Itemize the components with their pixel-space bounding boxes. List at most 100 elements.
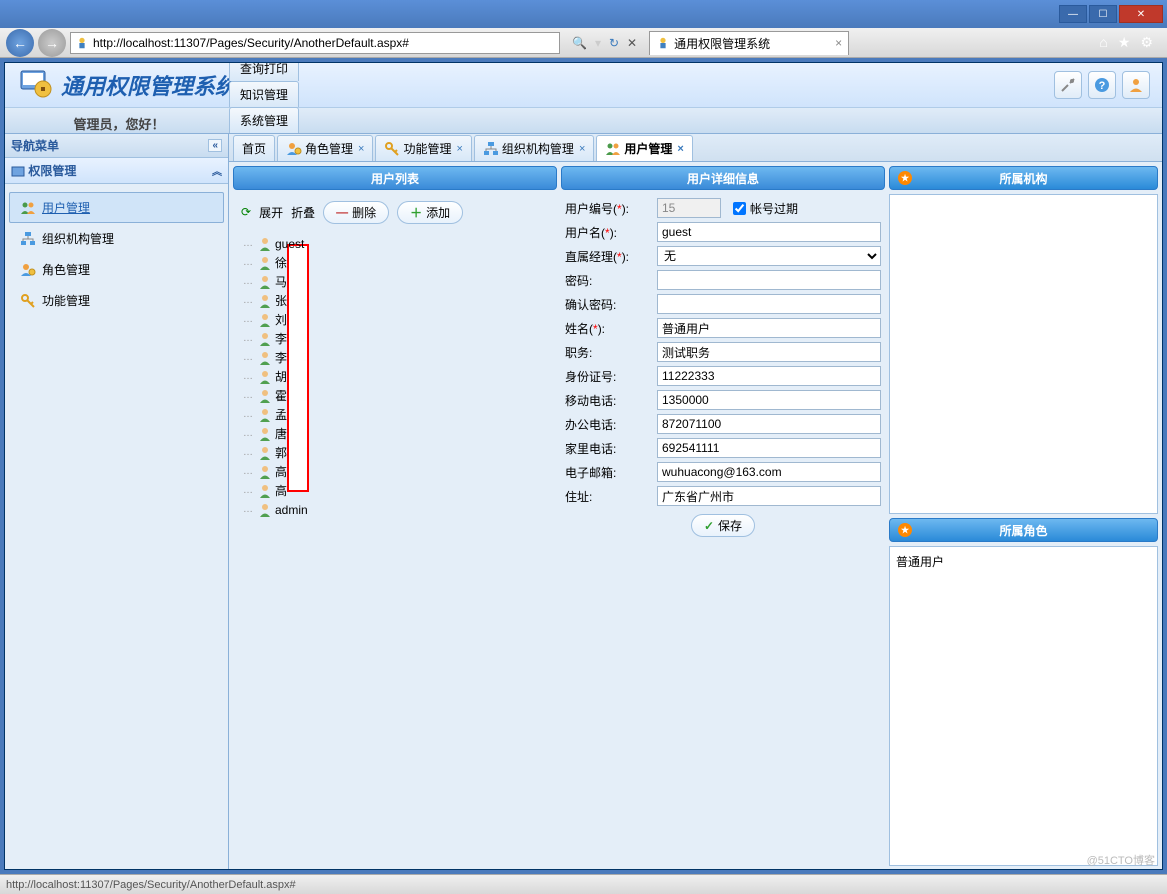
role-value: 普通用户 — [896, 555, 944, 569]
password-field[interactable] — [657, 270, 881, 290]
refresh-icon[interactable]: ↻ — [609, 36, 619, 50]
home-field[interactable] — [657, 438, 881, 458]
user-tree-item[interactable]: 郭 — [241, 443, 549, 462]
page-icon — [75, 36, 89, 50]
favorites-icon[interactable]: ★ — [1118, 34, 1131, 51]
user-tree: guest徐马张刘李李胡霍孟唐郭高高admin — [237, 226, 553, 527]
window-titlebar: — ☐ ✕ — [0, 0, 1167, 28]
user-list-title: 用户列表 — [233, 166, 557, 190]
confirm-password-field[interactable] — [657, 294, 881, 314]
user-tree-item[interactable]: 徐 — [241, 253, 549, 272]
user-tree-item[interactable]: 唐 — [241, 424, 549, 443]
email-field[interactable] — [657, 462, 881, 482]
status-bar: http://localhost:11307/Pages/Security/An… — [0, 874, 1167, 894]
content-tab-0[interactable]: 首页 — [233, 135, 275, 161]
role-box: 普通用户 — [889, 546, 1158, 866]
settings-icon[interactable]: ⚙ — [1140, 34, 1153, 51]
user-tree-item[interactable]: admin — [241, 500, 549, 519]
tab-close-icon[interactable]: × — [358, 143, 364, 155]
sidebar-item-key[interactable]: 功能管理 — [9, 285, 224, 316]
sidebar-item-org[interactable]: 组织机构管理 — [9, 223, 224, 254]
search-icon[interactable]: 🔍 — [572, 36, 587, 50]
user-tree-item[interactable]: 李 — [241, 348, 549, 367]
content-tab-3[interactable]: 组织机构管理× — [474, 135, 594, 161]
collapse-button[interactable]: 折叠 — [291, 204, 315, 221]
title-field[interactable] — [657, 342, 881, 362]
person-icon — [257, 350, 273, 366]
user-tree-item[interactable]: 霍 — [241, 386, 549, 405]
main-tab-6[interactable]: 系统管理 — [229, 107, 299, 133]
save-button[interactable]: ✓ 保存 — [691, 514, 755, 537]
sidebar-item-roles[interactable]: 角色管理 — [9, 254, 224, 285]
address-bar[interactable] — [70, 32, 560, 54]
user-tree-item[interactable]: 刘 — [241, 310, 549, 329]
main-tab-5[interactable]: 知识管理 — [229, 81, 299, 107]
sidebar-section-header[interactable]: 权限管理 ︽ — [5, 158, 228, 184]
user-tree-item[interactable]: 胡 — [241, 367, 549, 386]
id-field — [657, 198, 721, 218]
user-tree-item[interactable]: 高 — [241, 481, 549, 500]
user-tree-item[interactable]: guest — [241, 234, 549, 253]
delete-button[interactable]: — 删除 — [323, 201, 389, 224]
role-title: ★ 所属角色 — [889, 518, 1158, 542]
org-box — [889, 194, 1158, 514]
key-icon — [384, 141, 400, 157]
user-tree-item[interactable]: 马 — [241, 272, 549, 291]
office-field[interactable] — [657, 414, 881, 434]
browser-tab[interactable]: 通用权限管理系统 × — [649, 31, 849, 55]
main-tab-4[interactable]: 查询打印 — [229, 62, 299, 81]
mobile-field[interactable] — [657, 390, 881, 410]
url-input[interactable] — [93, 36, 555, 50]
app-header: 通用权限管理系统 ? — [5, 63, 1162, 108]
back-button[interactable]: ← — [6, 29, 34, 57]
name-field[interactable] — [657, 318, 881, 338]
tab-close-icon[interactable]: × — [835, 36, 842, 50]
sidebar-collapse-icon[interactable]: « — [208, 139, 222, 152]
star-icon: ★ — [898, 171, 912, 185]
content-area: 首页角色管理×功能管理×组织机构管理×用户管理× 用户列表 ⟳ 展开 折叠 — — [229, 134, 1162, 870]
address-field[interactable] — [657, 486, 881, 506]
minimize-button[interactable]: — — [1059, 5, 1087, 23]
person-icon — [257, 255, 273, 271]
username-field[interactable] — [657, 222, 881, 242]
users-icon — [605, 141, 621, 157]
close-button[interactable]: ✕ — [1119, 5, 1163, 23]
tab-close-icon[interactable]: × — [579, 143, 585, 155]
watermark: @51CTO博客 — [1087, 852, 1155, 868]
plus-icon: ＋ — [410, 204, 422, 221]
home-icon[interactable]: ⌂ — [1099, 34, 1107, 51]
user-tree-item[interactable]: 李 — [241, 329, 549, 348]
person-icon — [257, 312, 273, 328]
user-button[interactable] — [1122, 71, 1150, 99]
browser-controls: 🔍 ▾ ↻ ✕ — [572, 36, 637, 50]
person-icon — [257, 483, 273, 499]
content-tab-1[interactable]: 角色管理× — [277, 135, 373, 161]
user-tree-item[interactable]: 高 — [241, 462, 549, 481]
stop-icon[interactable]: ✕ — [627, 36, 637, 50]
sidebar-item-users[interactable]: 用户管理 — [9, 192, 224, 223]
tab-close-icon[interactable]: × — [677, 143, 683, 155]
manager-select[interactable]: 无 — [657, 246, 881, 266]
user-tree-item[interactable]: 张 — [241, 291, 549, 310]
maximize-button[interactable]: ☐ — [1089, 5, 1117, 23]
tab-close-icon[interactable]: × — [456, 143, 462, 155]
tools-button[interactable] — [1054, 71, 1082, 99]
user-tree-item[interactable]: 孟 — [241, 405, 549, 424]
minus-icon: — — [336, 205, 348, 219]
forward-button[interactable]: → — [38, 29, 66, 57]
help-button[interactable]: ? — [1088, 71, 1116, 99]
add-button[interactable]: ＋ 添加 — [397, 201, 463, 224]
person-icon — [257, 274, 273, 290]
expand-button[interactable]: 展开 — [259, 204, 283, 221]
content-tab-4[interactable]: 用户管理× — [596, 135, 692, 161]
roles-icon — [286, 141, 302, 157]
idcard-field[interactable] — [657, 366, 881, 386]
check-icon: ✓ — [704, 519, 714, 533]
sidebar-nav-header: 导航菜单 « — [5, 134, 228, 158]
org-icon — [483, 141, 499, 157]
refresh-tree-icon[interactable]: ⟳ — [241, 205, 251, 219]
roles-icon — [20, 262, 36, 278]
expired-checkbox[interactable] — [733, 202, 746, 215]
app-frame: 通用权限管理系统 ? 管理员，您好！ 权限管理事务中心合同起草合同管理查询打印知… — [4, 62, 1163, 870]
content-tab-2[interactable]: 功能管理× — [375, 135, 471, 161]
